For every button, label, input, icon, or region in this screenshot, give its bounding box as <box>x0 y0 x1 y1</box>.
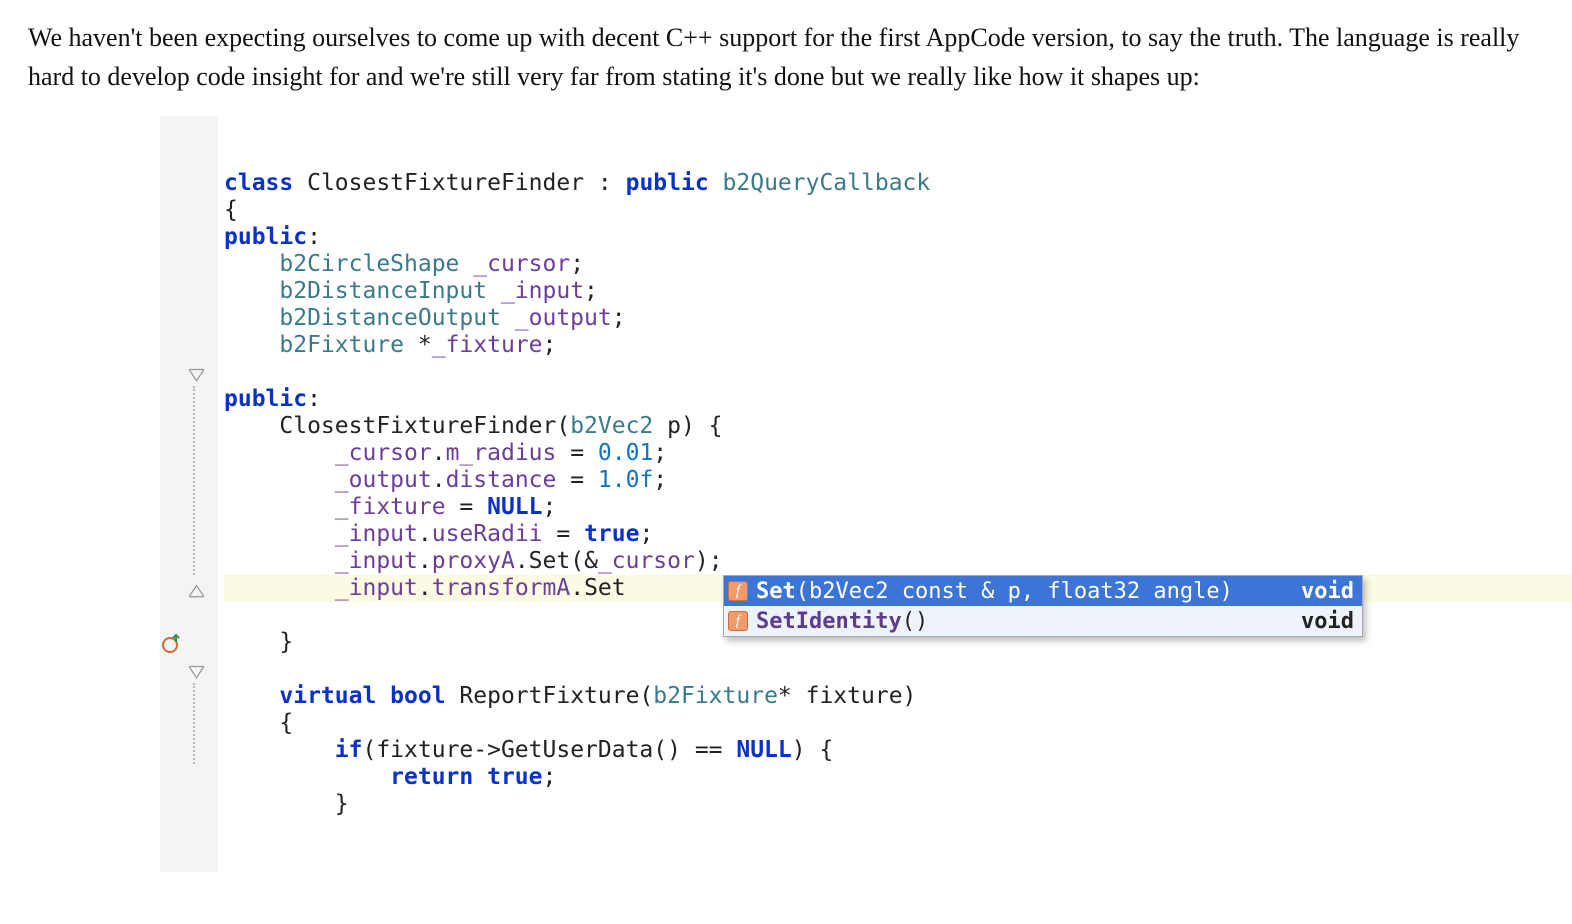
code-line[interactable]: _cursor.m_radius = 0.01; <box>224 440 1572 467</box>
code-line[interactable]: virtual bool ReportFixture(b2Fixture* fi… <box>224 683 1572 710</box>
completion-item[interactable]: f Set(b2Vec2 const & p, float32 angle) voi… <box>724 576 1362 606</box>
code-line[interactable]: public: <box>224 224 1572 251</box>
code-line[interactable]: return true; <box>224 764 1572 791</box>
code-line[interactable]: class ClosestFixtureFinder : public b2Qu… <box>224 170 1572 197</box>
code-line[interactable]: b2DistanceInput _input; <box>224 278 1572 305</box>
article-paragraph: We haven't been expecting ourselves to c… <box>0 0 1572 104</box>
fold-close-icon[interactable] <box>186 580 206 600</box>
code-body[interactable]: class ClosestFixtureFinder : public b2Qu… <box>218 116 1572 872</box>
code-line[interactable]: _input.proxyA.Set(&_cursor); <box>224 548 1572 575</box>
code-line[interactable]: if(fixture->GetUserData() == NULL) { <box>224 737 1572 764</box>
code-line[interactable]: public: <box>224 386 1572 413</box>
code-line[interactable]: _input.useRadii = true; <box>224 521 1572 548</box>
code-line[interactable] <box>224 359 1572 386</box>
completion-signature: SetIdentity() <box>756 608 1289 635</box>
code-line[interactable]: } <box>224 791 1572 818</box>
completion-signature: Set(b2Vec2 const & p, float32 angle) <box>756 578 1289 605</box>
code-line[interactable]: _output.distance = 1.0f; <box>224 467 1572 494</box>
gutter <box>160 116 218 872</box>
completion-return-type: void <box>1301 608 1354 635</box>
code-line[interactable]: b2DistanceOutput _output; <box>224 305 1572 332</box>
completion-return-type: void <box>1301 578 1354 605</box>
fold-open-icon[interactable] <box>186 661 206 681</box>
code-line[interactable]: { <box>224 197 1572 224</box>
code-editor[interactable]: class ClosestFixtureFinder : public b2Qu… <box>160 116 1572 872</box>
code-line[interactable]: b2CircleShape _cursor; <box>224 251 1572 278</box>
code-line[interactable]: ClosestFixtureFinder(b2Vec2 p) { <box>224 413 1572 440</box>
code-line[interactable] <box>224 656 1572 683</box>
code-line[interactable]: { <box>224 710 1572 737</box>
override-method-icon[interactable] <box>162 632 184 654</box>
completion-item[interactable]: f SetIdentity() void <box>724 606 1362 636</box>
fold-open-icon[interactable] <box>186 364 206 384</box>
code-line[interactable]: _fixture = NULL; <box>224 494 1572 521</box>
function-icon: f <box>728 611 748 631</box>
completion-popup[interactable]: f Set(b2Vec2 const & p, float32 angle) voi… <box>723 575 1363 637</box>
code-line[interactable]: b2Fixture *_fixture; <box>224 332 1572 359</box>
function-icon: f <box>728 581 748 601</box>
